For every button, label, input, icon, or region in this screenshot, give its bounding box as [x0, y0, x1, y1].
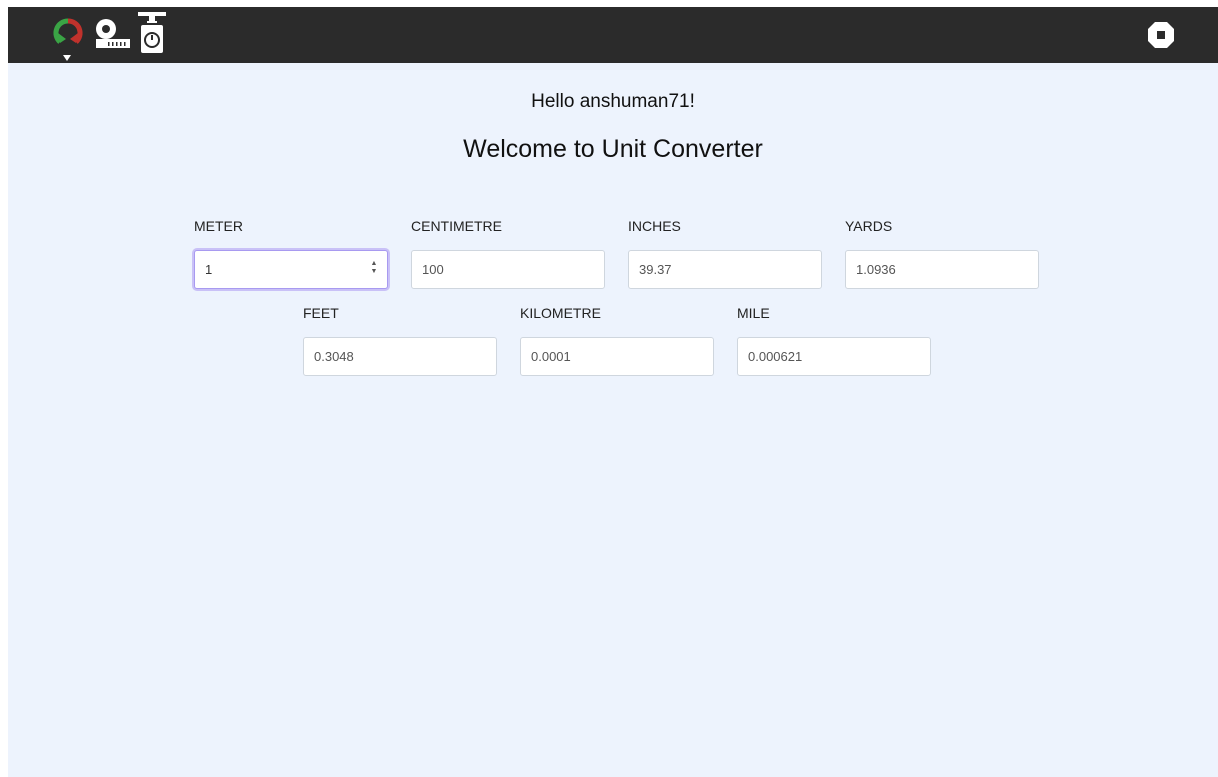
meter-field: METER ▲▼: [194, 217, 388, 289]
logout-icon[interactable]: [1147, 21, 1175, 61]
mile-label: MILE: [737, 305, 770, 321]
inches-field: INCHES: [628, 217, 822, 289]
mile-field: MILE: [737, 304, 931, 376]
measuring-tape-icon[interactable]: [94, 15, 132, 55]
centimetre-label: CENTIMETRE: [411, 218, 502, 234]
centimetre-input[interactable]: [411, 250, 605, 289]
page-title: Welcome to Unit Converter: [463, 135, 763, 163]
feet-field: FEET: [303, 304, 497, 376]
kilometre-field: KILOMETRE: [520, 304, 714, 376]
number-spinner-icon[interactable]: ▲ ▼: [370, 260, 378, 276]
feet-input[interactable]: [303, 337, 497, 376]
yards-label: YARDS: [845, 218, 893, 234]
mile-input[interactable]: [737, 337, 931, 376]
kilometre-label: KILOMETRE: [520, 305, 601, 321]
yards-input[interactable]: [845, 250, 1039, 289]
converter-app-icon[interactable]: [52, 15, 84, 61]
greeting-text: Hello anshuman71!: [531, 91, 695, 112]
meter-input[interactable]: [194, 250, 388, 289]
inches-input[interactable]: [628, 250, 822, 289]
kilometre-input[interactable]: [520, 337, 714, 376]
feet-label: FEET: [303, 305, 339, 321]
yards-field: YARDS: [845, 217, 1039, 289]
centimetre-field: CENTIMETRE: [411, 217, 605, 289]
app-frame: Hello anshuman71! Welcome to Unit Conver…: [8, 7, 1218, 777]
top-navbar: [8, 7, 1218, 63]
weighing-scale-icon[interactable]: [136, 11, 168, 53]
inches-label: INCHES: [628, 218, 681, 234]
meter-label: METER: [194, 218, 243, 234]
